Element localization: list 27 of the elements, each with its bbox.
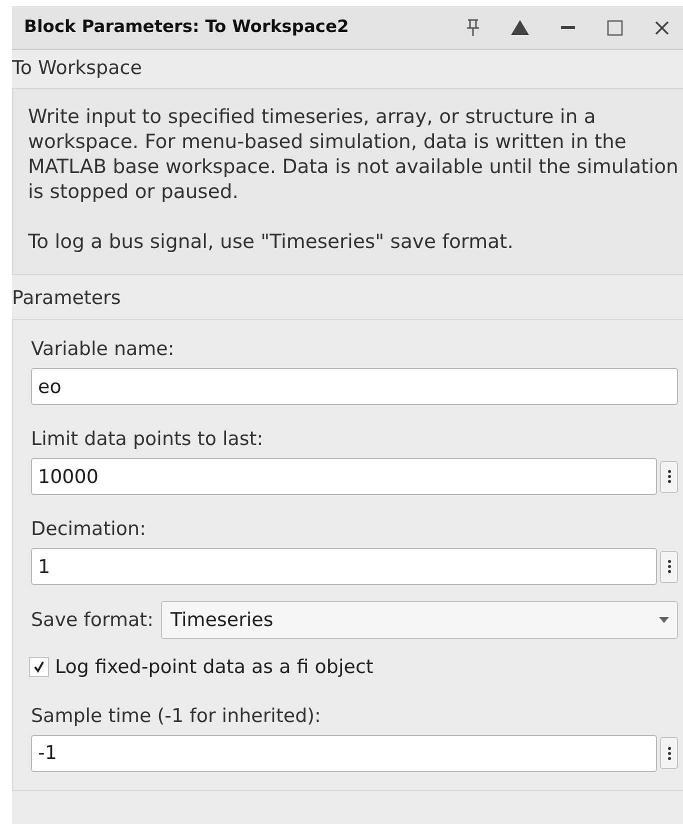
caret-icon [659, 617, 669, 623]
dropdown[interactable]: Timeseries [161, 601, 678, 639]
input-field[interactable]: -1 [31, 734, 657, 772]
description-text: To log a bus signal, use "Timeseries" save format. [28, 229, 514, 254]
description-text: Write input to specified timeseries, array, or structure in a workspace. For menu-based simulation, data is written in the MATLAB base workspace. Data is not available until the simulation is stopped or paused. [28, 104, 680, 204]
block-name: To Workspace [12, 56, 142, 81]
field-label: Decimation: [31, 517, 146, 542]
more-options-button[interactable] [660, 460, 678, 492]
maximize-icon[interactable] [606, 20, 623, 36]
window-title: Block Parameters: To Workspace2 [24, 16, 349, 39]
field-label: Variable name: [31, 337, 174, 362]
field-label: Save format: [31, 608, 154, 633]
checkbox-label: Log fixed-point data as a fi object [55, 655, 374, 680]
triangle-icon[interactable] [510, 20, 529, 35]
pin-icon[interactable] [466, 18, 479, 36]
checkbox[interactable] [29, 657, 49, 678]
close-icon[interactable] [654, 20, 669, 34]
more-options-button[interactable] [660, 550, 678, 582]
input-field[interactable]: 10000 [31, 458, 657, 495]
field-label: Limit data points to last: [31, 427, 264, 452]
minimize-icon[interactable] [560, 26, 575, 30]
input-field[interactable]: eo [31, 368, 678, 405]
field-label: Sample time (-1 for inherited): [31, 704, 321, 728]
input-field[interactable]: 1 [31, 548, 657, 585]
check-icon [33, 661, 45, 674]
more-options-button[interactable] [660, 737, 678, 769]
section-title: Parameters [12, 286, 121, 311]
